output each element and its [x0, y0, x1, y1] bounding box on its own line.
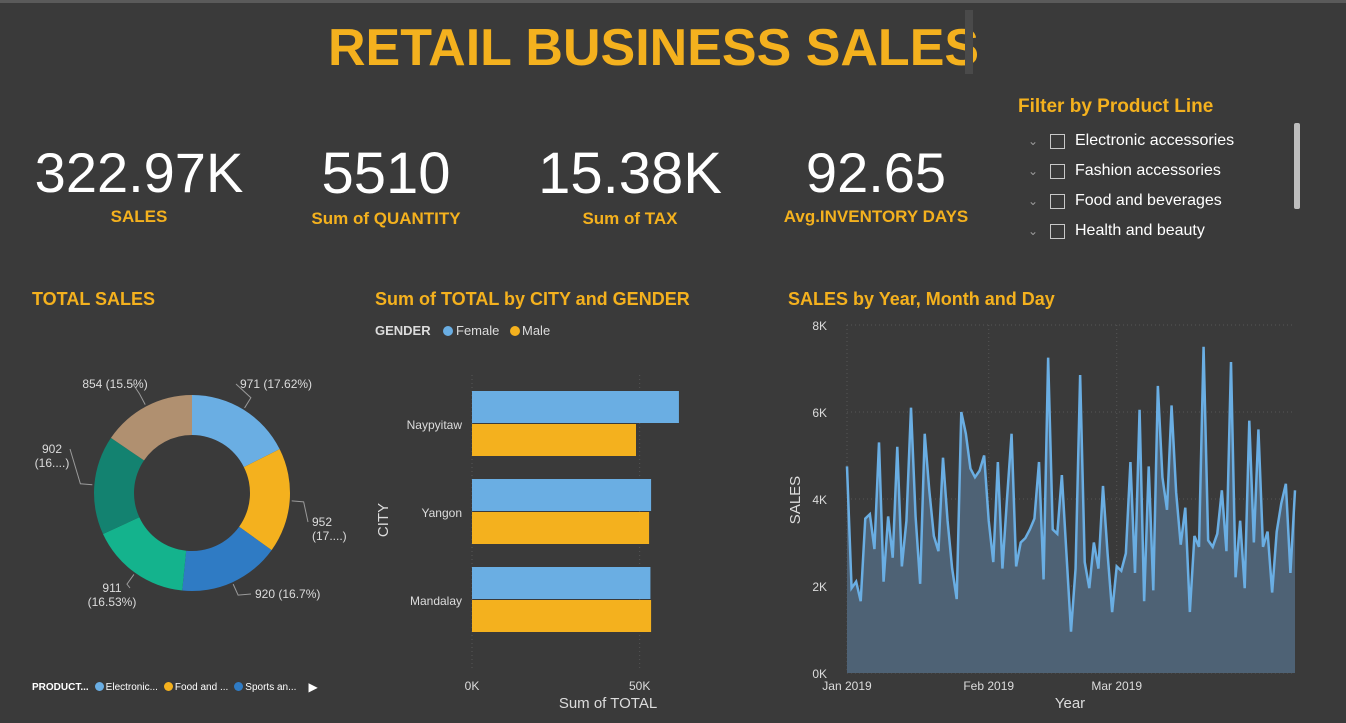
- kpi-value: 15.38K: [538, 141, 722, 206]
- kpi-label: SALES: [110, 207, 168, 226]
- kpi-value: 92.65: [805, 141, 947, 204]
- line-chart[interactable]: 0K2K4K6K8KJan 2019 Feb 2019 Mar 2019YearSA…: [780, 310, 1340, 715]
- bar[interactable]: [472, 424, 637, 456]
- page-title: RETAIL BUSINESS SALES: [328, 19, 980, 77]
- bar[interactable]: [472, 479, 652, 511]
- kpi-value: 5510: [321, 141, 451, 206]
- y-axis-title: SALES: [787, 476, 804, 524]
- legend-dot-icon: [510, 326, 520, 336]
- y-axis-title: CITY: [375, 503, 392, 537]
- bar-chart-title: Sum of TOTAL by CITY and GENDER: [375, 289, 690, 309]
- legend-label: Food and ...: [174, 681, 229, 693]
- bar[interactable]: [472, 567, 651, 599]
- legend-label[interactable]: Female: [456, 323, 499, 338]
- legend-dot-icon: [443, 326, 453, 336]
- checkbox[interactable]: [1050, 193, 1065, 209]
- legend-label: Sports an...: [245, 681, 297, 693]
- legend-next-arrow-icon[interactable]: ▶: [308, 680, 317, 694]
- legend-dot-icon: [234, 682, 244, 692]
- bar[interactable]: [472, 391, 679, 423]
- bar[interactable]: [472, 512, 650, 544]
- slicer-item-label: Electronic accessories: [1075, 132, 1235, 149]
- donut-legend: PRODUCT... Electronic... Food and ... Sp…: [32, 680, 318, 694]
- legend-title: GENDER: [375, 323, 431, 338]
- legend-label[interactable]: Male: [522, 323, 550, 338]
- chevron-down-icon[interactable]: ⌄: [1028, 224, 1042, 238]
- chevron-down-icon[interactable]: ⌄: [1028, 164, 1042, 178]
- kpi-quantity[interactable]: 5510 Sum of QUANTITY: [296, 145, 476, 229]
- data-label: 920 (16.7%): [255, 587, 320, 601]
- legend-dot-icon: [163, 682, 173, 692]
- leader-line: [291, 500, 309, 523]
- kpi-label: Avg.INVENTORY DAYS: [783, 207, 969, 226]
- slicer-scrollbar[interactable]: [1294, 123, 1300, 209]
- product-line-slicer: ⌄ Electronic accessories ⌄ Fashion acces…: [1028, 126, 1234, 246]
- checkbox[interactable]: [1050, 163, 1065, 179]
- legend-item[interactable]: Electronic...: [94, 681, 158, 693]
- donut-chart[interactable]: 971 (17.62%) 952 (17....) 920 (16.7%) 911 (16…: [0, 330, 360, 670]
- slicer-item-label: Food and beverages: [1075, 192, 1222, 209]
- kpi-label: Sum of QUANTITY: [311, 209, 461, 228]
- slicer-item-label: Fashion accessories: [1075, 162, 1221, 179]
- legend-item[interactable]: Sports an...: [234, 682, 296, 693]
- legend-item[interactable]: Food and ...: [163, 681, 229, 693]
- data-label: 952 (17....): [312, 515, 347, 543]
- kpi-label: Sum of TAX: [582, 209, 678, 228]
- leader-line: [232, 583, 252, 596]
- leader-line: [126, 574, 135, 589]
- bar-chart[interactable]: GENDER Female Male 0K 50K Sum of TOTAL CITY Nay…: [370, 315, 710, 715]
- slicer-item[interactable]: ⌄ Fashion accessories: [1028, 156, 1234, 186]
- kpi-tax[interactable]: 15.38K Sum of TAX: [530, 145, 730, 229]
- y-tick-label: Naypyitaw: [407, 418, 463, 432]
- y-tick-label: 4K: [812, 493, 827, 507]
- x-tick-label: Feb 2019: [963, 679, 1014, 693]
- donut-slice[interactable]: [102, 517, 187, 591]
- slicer-item-label: Health and beauty: [1075, 222, 1205, 239]
- legend-dot-icon: [94, 682, 104, 692]
- kpi-inventory-days[interactable]: 92.65 Avg.INVENTORY DAYS: [776, 145, 976, 227]
- data-label: 911 (16.53%): [88, 581, 137, 609]
- y-tick-label: 6K: [812, 406, 827, 420]
- title-cursor-bar: [965, 10, 973, 74]
- data-label: 854 (15.5%): [82, 377, 147, 391]
- slicer-item[interactable]: ⌄ Electronic accessories: [1028, 126, 1234, 156]
- y-tick-label: Yangon: [422, 506, 462, 520]
- legend-label: Electronic...: [105, 681, 158, 693]
- chevron-down-icon[interactable]: ⌄: [1028, 194, 1042, 208]
- line-chart-title: SALES by Year, Month and Day: [788, 289, 1055, 309]
- x-axis-title: Sum of TOTAL: [559, 695, 657, 712]
- y-tick-label: 8K: [812, 319, 827, 333]
- y-tick-label: 2K: [812, 580, 827, 594]
- chevron-down-icon[interactable]: ⌄: [1028, 134, 1042, 148]
- leader-line: [69, 448, 93, 486]
- legend-title: PRODUCT...: [32, 681, 89, 693]
- data-label: 902 (16....): [35, 442, 70, 470]
- kpi-sales[interactable]: 322.97K SALES: [34, 145, 244, 227]
- bar[interactable]: [472, 600, 652, 632]
- x-tick-label: Mar 2019: [1091, 679, 1142, 693]
- slicer-item[interactable]: ⌄ Health and beauty: [1028, 216, 1234, 246]
- checkbox[interactable]: [1050, 133, 1065, 149]
- donut-title: TOTAL SALES: [32, 289, 156, 309]
- x-tick-label: 50K: [629, 679, 650, 693]
- x-axis-title: Year: [1055, 695, 1085, 712]
- filter-title: Filter by Product Line: [1018, 96, 1214, 117]
- kpi-value: 322.97K: [34, 141, 244, 204]
- data-label: 971 (17.62%): [240, 377, 312, 391]
- slicer-item[interactable]: ⌄ Food and beverages: [1028, 186, 1234, 216]
- y-tick-label: Mandalay: [410, 594, 462, 608]
- x-tick-label: 0K: [465, 679, 480, 693]
- x-tick-label: Jan 2019: [822, 679, 872, 693]
- checkbox[interactable]: [1050, 223, 1065, 239]
